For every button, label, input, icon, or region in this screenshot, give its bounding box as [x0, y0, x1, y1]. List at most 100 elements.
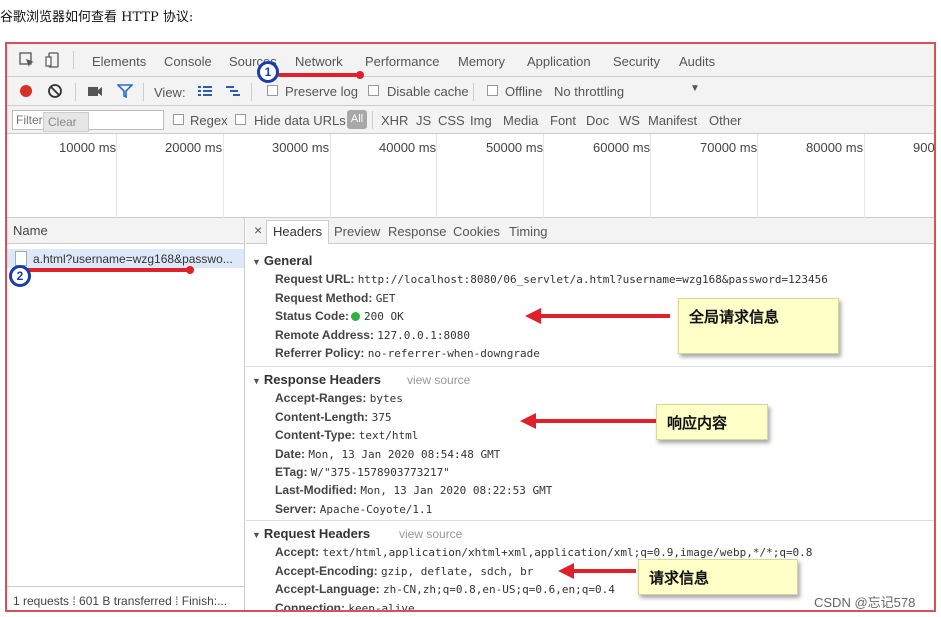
separator: [143, 83, 144, 101]
tab-performance[interactable]: Performance: [365, 54, 439, 69]
header-key: Accept-Ranges:: [275, 391, 367, 405]
timeline-tick: [864, 134, 865, 218]
header-row: Accept-Encoding: gzip, deflate, sdch, br: [275, 564, 533, 578]
header-key: Last-Modified:: [275, 483, 357, 497]
header-value: Mon, 13 Jan 2020 08:54:48 GMT: [308, 448, 501, 461]
general-section-header[interactable]: ▼ General: [252, 253, 312, 268]
annotation-arrow-icon: [525, 308, 670, 324]
filter-media[interactable]: Media: [503, 113, 538, 128]
header-key: Remote Address:: [275, 328, 374, 342]
header-row: Request URL: http://localhost:8080/06_se…: [275, 272, 828, 286]
timeline-tick-label: 60000 ms: [593, 140, 651, 155]
hide-data-urls-label: Hide data URLs: [254, 113, 346, 128]
header-value: zh-CN,zh;q=0.8,en-US;q=0.6,en;q=0.4: [383, 583, 615, 596]
header-key: Accept:: [275, 545, 320, 559]
timeline-tick-label: 900: [913, 140, 935, 155]
disable-cache-label: Disable cache: [387, 84, 469, 99]
filter-doc[interactable]: Doc: [586, 113, 609, 128]
response-headers-section-header[interactable]: ▼ Response Headers: [252, 372, 381, 387]
timeline-tick-label: 50000 ms: [486, 140, 544, 155]
status-ok-icon: [351, 312, 361, 321]
tab-response[interactable]: Response: [388, 224, 447, 239]
separator: [251, 83, 252, 101]
tab-memory[interactable]: Memory: [458, 54, 505, 69]
header-key: Connection:: [275, 601, 345, 612]
separator: [73, 51, 74, 69]
tab-console[interactable]: Console: [164, 54, 212, 69]
header-row: Connection: keep-alive: [275, 601, 415, 612]
header-row: Referrer Policy: no-referrer-when-downgr…: [275, 346, 540, 360]
clear-icon[interactable]: [47, 83, 63, 99]
section-divider: [246, 366, 934, 367]
screenshot-camera-icon[interactable]: [87, 84, 103, 100]
throttling-select[interactable]: No throttling: [554, 84, 624, 99]
filter-all-button[interactable]: All: [347, 110, 367, 129]
header-key: Server:: [275, 502, 317, 516]
timeline-overview[interactable]: 10000 ms 20000 ms 30000 ms 40000 ms 5000…: [7, 134, 934, 218]
filter-font[interactable]: Font: [550, 113, 576, 128]
section-divider: [246, 520, 934, 521]
device-toolbar-icon[interactable]: [45, 52, 61, 68]
view-source-link[interactable]: view source: [407, 373, 470, 387]
filter-funnel-icon[interactable]: [116, 84, 134, 100]
timeline-tick: [543, 134, 544, 218]
filter-ws[interactable]: WS: [619, 113, 640, 128]
view-source-link[interactable]: view source: [399, 527, 462, 541]
timeline-tick-label: 70000 ms: [700, 140, 758, 155]
list-view-icon[interactable]: [197, 84, 213, 100]
header-value: Apache-Coyote/1.1: [319, 503, 433, 516]
tab-audits[interactable]: Audits: [679, 54, 715, 69]
page-heading: 谷歌浏览器如何查看 HTTP 协议:: [0, 10, 194, 25]
request-headers-section-header[interactable]: ▼ Request Headers: [252, 526, 370, 541]
inspect-element-icon[interactable]: [19, 52, 35, 68]
filter-other[interactable]: Other: [709, 113, 742, 128]
filter-manifest[interactable]: Manifest: [648, 113, 697, 128]
watermark: CSDN @忘记578: [814, 595, 916, 610]
header-key: Request Method:: [275, 291, 373, 305]
request-row[interactable]: a.html?username=wzg168&passwo...: [7, 249, 244, 268]
timeline-tick: [650, 134, 651, 218]
regex-label: Regex: [190, 113, 228, 128]
timeline-tick: [757, 134, 758, 218]
offline-checkbox[interactable]: [487, 85, 498, 96]
header-value: text/html: [358, 429, 419, 442]
chevron-down-icon[interactable]: ▼: [690, 83, 700, 94]
header-row: Status Code: 200 OK: [275, 309, 404, 323]
disable-cache-checkbox[interactable]: [368, 85, 379, 96]
request-name: a.html?username=wzg168&passwo...: [33, 252, 233, 266]
annotation-note-response: 响应内容: [656, 404, 768, 440]
header-key: Status Code:: [275, 309, 350, 323]
header-value: keep-alive: [348, 602, 415, 612]
tab-cookies[interactable]: Cookies: [453, 224, 500, 239]
general-title: General: [263, 253, 313, 268]
header-value: http://localhost:8080/06_servlet/a.html?…: [357, 273, 828, 286]
filter-css[interactable]: CSS: [438, 113, 465, 128]
status-summary: 1 requests ⁞ 601 B transferred ⁞ Finish:…: [7, 586, 244, 610]
tab-headers[interactable]: Headers: [266, 220, 330, 244]
timeline-tick-label: 80000 ms: [806, 140, 864, 155]
regex-checkbox[interactable]: [173, 114, 184, 125]
annotation-note-request: 请求信息: [638, 559, 798, 595]
hide-data-urls-checkbox[interactable]: [235, 114, 246, 125]
timeline-tick: [223, 134, 224, 218]
preserve-log-checkbox[interactable]: [267, 85, 278, 96]
tab-application[interactable]: Application: [527, 54, 591, 69]
filter-xhr[interactable]: XHR: [381, 113, 408, 128]
timeline-tick-label: 10000 ms: [59, 140, 117, 155]
name-column-header[interactable]: Name: [7, 218, 244, 244]
tab-security[interactable]: Security: [613, 54, 660, 69]
tab-preview[interactable]: Preview: [334, 224, 380, 239]
tab-timing[interactable]: Timing: [509, 224, 548, 239]
filter-js[interactable]: JS: [416, 113, 431, 128]
annotation-marker-2: 2: [9, 265, 31, 287]
annotation-note-general: 全局请求信息: [678, 298, 839, 354]
header-value: bytes: [369, 392, 403, 405]
separator: [75, 83, 76, 101]
tab-network[interactable]: Network: [295, 54, 343, 69]
close-details-icon[interactable]: ×: [254, 222, 262, 238]
record-icon[interactable]: [20, 85, 32, 97]
network-toolbar: View: Preserve log Disable cache Offline…: [7, 77, 934, 106]
filter-img[interactable]: Img: [470, 113, 492, 128]
tab-elements[interactable]: Elements: [92, 54, 146, 69]
waterfall-view-icon[interactable]: [225, 84, 241, 100]
